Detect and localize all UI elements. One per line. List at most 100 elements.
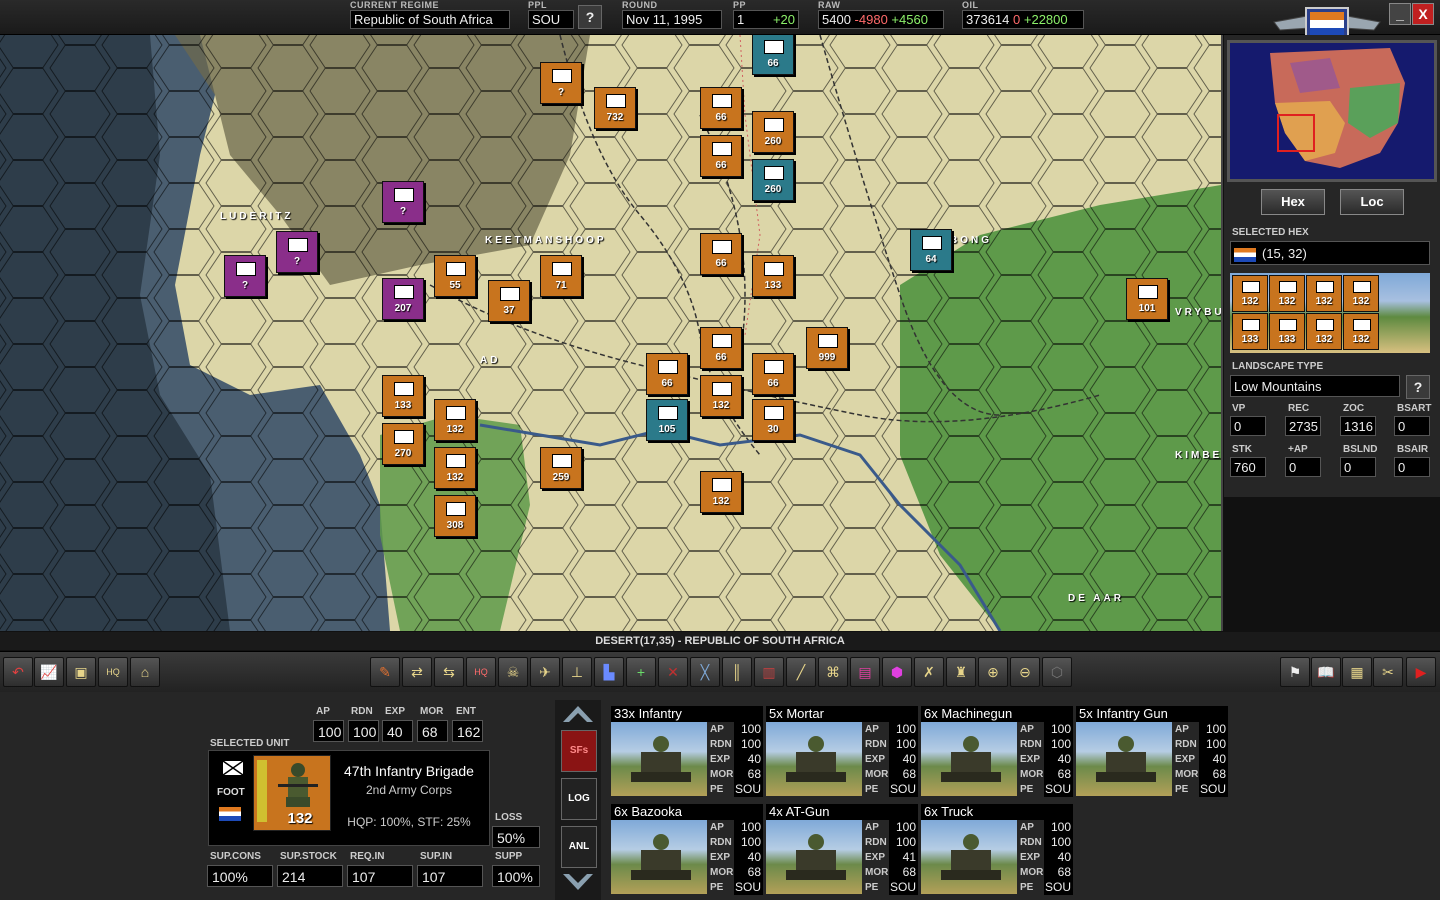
- report-button[interactable]: ▦: [1342, 657, 1372, 687]
- minimap[interactable]: [1227, 40, 1437, 182]
- map-unit-counter[interactable]: ?: [276, 231, 318, 273]
- undo-button[interactable]: ↶: [3, 657, 33, 687]
- subformation-card[interactable]: 5x Mortar AP 100 RDN 100 EXP 40 MOR 68 PE SOU: [766, 706, 918, 800]
- subformation-card[interactable]: 4x AT-Gun AP 100 RDN 100 EXP 41 MOR 68 PE SOU: [766, 804, 918, 898]
- hex-unit-counter[interactable]: 132: [1343, 313, 1379, 350]
- line-button[interactable]: ╱: [786, 657, 816, 687]
- skull-button[interactable]: ☠: [498, 657, 528, 687]
- scroll-up-icon[interactable]: [561, 702, 595, 724]
- hq-button[interactable]: HQ: [98, 657, 128, 687]
- hex-unit-counter[interactable]: 133: [1269, 313, 1305, 350]
- book-button[interactable]: 📖: [1311, 657, 1341, 687]
- map-unit-counter[interactable]: 64: [910, 229, 952, 271]
- map-unit-counter[interactable]: 66: [700, 87, 742, 129]
- map-unit-counter[interactable]: 101: [1126, 278, 1168, 320]
- supply-mode-button[interactable]: ⇄: [402, 657, 432, 687]
- hex-unit-counter[interactable]: 132: [1269, 275, 1305, 312]
- map-unit-counter[interactable]: ?: [224, 255, 266, 297]
- hq-mode-button[interactable]: HQ: [466, 657, 496, 687]
- anl-button[interactable]: ANL: [561, 826, 597, 868]
- map-unit-counter[interactable]: 133: [752, 255, 794, 297]
- map-unit-counter[interactable]: 37: [488, 280, 530, 322]
- subformation-card[interactable]: 33x Infantry AP 100 RDN 100 EXP 40 MOR 68 PE SOU: [611, 706, 763, 800]
- map-unit-counter[interactable]: 999: [806, 327, 848, 369]
- hex-unit-counter[interactable]: 133: [1232, 313, 1268, 350]
- hex-unit-counter[interactable]: 132: [1232, 275, 1268, 312]
- map-unit-counter[interactable]: 132: [700, 471, 742, 513]
- end-turn-button[interactable]: ▶: [1406, 657, 1436, 687]
- map-unit-counter[interactable]: ?: [382, 181, 424, 223]
- map-unit-counter[interactable]: 30: [752, 399, 794, 441]
- computer-button[interactable]: ▣: [66, 657, 96, 687]
- hex-highlight-button[interactable]: ⬢: [882, 657, 912, 687]
- hex-map[interactable]: LUDERITZ KEETMANSHOOP BONG VRYBU KIMBE D…: [0, 35, 1223, 631]
- map-unit-counter[interactable]: 732: [594, 87, 636, 129]
- map-unit-counter[interactable]: 66: [700, 233, 742, 275]
- map-unit-counter[interactable]: 133: [382, 375, 424, 417]
- map-unit-counter[interactable]: 66: [752, 353, 794, 395]
- scroll-down-icon[interactable]: [561, 872, 595, 894]
- hex-unit-counter[interactable]: 132: [1306, 313, 1342, 350]
- hex-tab-button[interactable]: Hex: [1261, 189, 1325, 215]
- landscape-help-button[interactable]: ?: [1406, 375, 1430, 399]
- map-unit-counter[interactable]: 132: [434, 399, 476, 441]
- tools-button[interactable]: ✂: [1373, 657, 1403, 687]
- map-unit-counter[interactable]: ?: [540, 62, 582, 104]
- flag-button[interactable]: ⚑: [1280, 657, 1310, 687]
- map-unit-counter[interactable]: 66: [700, 327, 742, 369]
- map-unit-counter[interactable]: 105: [646, 399, 688, 441]
- loc-tab-button[interactable]: Loc: [1340, 189, 1404, 215]
- rail-button[interactable]: ║: [722, 657, 752, 687]
- unit-portrait[interactable]: 132: [253, 755, 331, 831]
- subformation-card[interactable]: 5x Infantry Gun AP 100 RDN 100 EXP 40 MOR 68 PE SO…: [1076, 706, 1228, 800]
- add-unit-button[interactable]: +: [626, 657, 656, 687]
- air-button[interactable]: ✈: [530, 657, 560, 687]
- hex-unit-counter[interactable]: 132: [1306, 275, 1342, 312]
- boot-button[interactable]: ▙: [594, 657, 624, 687]
- unit-mode-button[interactable]: ♜: [946, 657, 976, 687]
- rail-mode-button[interactable]: ⇆: [434, 657, 464, 687]
- map-unit-counter[interactable]: 260: [752, 159, 794, 201]
- map-unit-counter[interactable]: 66: [752, 35, 794, 75]
- delete-order-button[interactable]: ✗: [914, 657, 944, 687]
- disband-button[interactable]: ✕: [658, 657, 688, 687]
- subformation-card[interactable]: 6x Bazooka AP 100 RDN 100 EXP 40 MOR 68 PE SOU: [611, 804, 763, 898]
- hex-unit-counter[interactable]: 132: [1343, 275, 1379, 312]
- close-button[interactable]: X: [1412, 3, 1434, 25]
- stat-key: EXP: [710, 852, 731, 863]
- front-button[interactable]: ▥: [754, 657, 784, 687]
- map-unit-counter[interactable]: 132: [434, 447, 476, 489]
- map-unit-counter[interactable]: 66: [646, 353, 688, 395]
- log-button[interactable]: LOG: [561, 778, 597, 820]
- stat-value: 100: [734, 820, 763, 835]
- stats-graph-button[interactable]: 📈: [34, 657, 64, 687]
- production-button[interactable]: ⌂: [130, 657, 160, 687]
- help-button[interactable]: ?: [578, 5, 602, 29]
- map-unit-counter[interactable]: 207: [382, 278, 424, 320]
- stat-row-mor: MOR 68: [1173, 767, 1228, 782]
- subformation-card[interactable]: 6x Truck AP 100 RDN 100 EXP 40 MOR 68 PE SOU: [921, 804, 1073, 898]
- map-unit-counter[interactable]: 132: [700, 375, 742, 417]
- map-unit-counter[interactable]: 259: [540, 447, 582, 489]
- map-unit-counter[interactable]: 260: [752, 111, 794, 153]
- build-button[interactable]: ⊥: [562, 657, 592, 687]
- factory-button[interactable]: ⌘: [818, 657, 848, 687]
- zoom-out-icon[interactable]: ⊖: [1010, 657, 1040, 687]
- oil-value: 373614: [966, 12, 1010, 27]
- stack-button[interactable]: ▤: [850, 657, 880, 687]
- minimize-button[interactable]: _: [1389, 3, 1411, 25]
- unit-strength-label: 101: [1138, 303, 1156, 314]
- map-unit-counter[interactable]: 270: [382, 423, 424, 465]
- stat-key: PE: [1020, 882, 1034, 893]
- map-unit-counter[interactable]: 66: [700, 135, 742, 177]
- hex-grid-button[interactable]: ⬡: [1042, 657, 1072, 687]
- sfs-button[interactable]: SFs: [561, 730, 597, 772]
- map-unit-counter[interactable]: 71: [540, 255, 582, 297]
- road-button[interactable]: ╳: [690, 657, 720, 687]
- map-unit-counter[interactable]: 55: [434, 255, 476, 297]
- subformation-card[interactable]: 6x Machinegun AP 100 RDN 100 EXP 40 MOR 68 PE SOU: [921, 706, 1073, 800]
- map-unit-counter[interactable]: 308: [434, 495, 476, 537]
- zoom-in-icon[interactable]: ⊕: [978, 657, 1008, 687]
- round-field: ROUND Nov 11, 1995: [622, 0, 722, 29]
- artillery-mode-button[interactable]: ✎: [370, 657, 400, 687]
